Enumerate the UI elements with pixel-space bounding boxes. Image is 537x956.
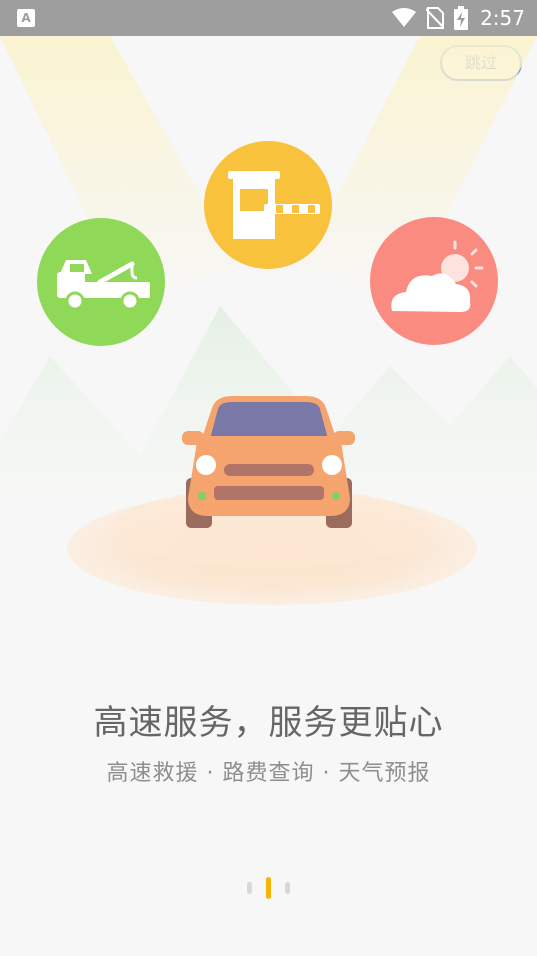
headline: 高速服务，服务更贴心 bbox=[93, 703, 444, 743]
page-dot[interactable] bbox=[285, 882, 290, 894]
status-time: 2:57 bbox=[480, 6, 525, 30]
page-indicator bbox=[0, 876, 537, 900]
app-notification-icon: A bbox=[17, 9, 35, 27]
status-icons: 2:57 bbox=[392, 0, 525, 36]
page-dot[interactable] bbox=[247, 882, 252, 894]
battery-charging-icon bbox=[454, 6, 469, 30]
toll-gate-icon bbox=[204, 141, 332, 269]
feature-list: 高速救援 · 路费查询 · 天气预报 bbox=[106, 761, 431, 786]
wifi-icon bbox=[392, 8, 417, 27]
tow-truck-icon bbox=[37, 218, 165, 346]
status-bar: A 2:57 bbox=[0, 0, 537, 36]
no-sim-icon bbox=[426, 7, 445, 29]
weather-icon bbox=[370, 217, 498, 345]
hero-illustration bbox=[0, 36, 537, 605]
page-dot-active[interactable] bbox=[266, 877, 271, 899]
